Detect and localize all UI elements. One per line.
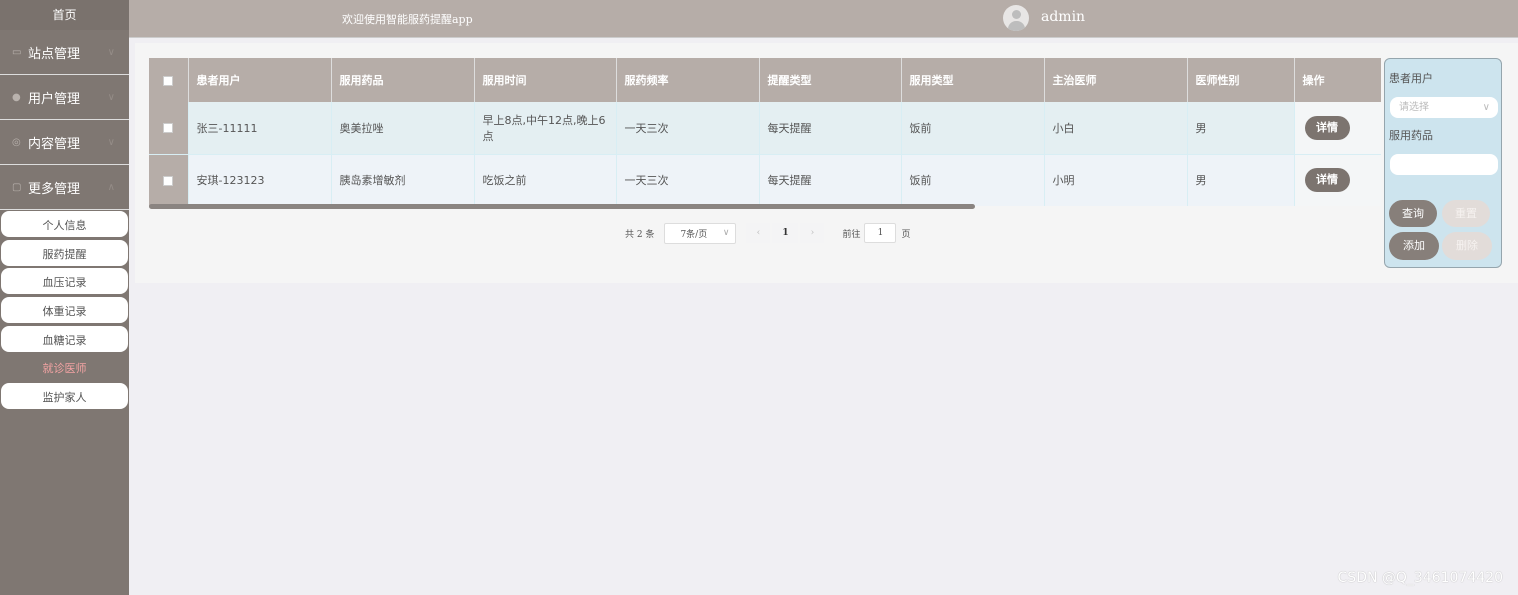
cell-action: 详情 [1294,153,1381,206]
patient-filter-placeholder: 请选择 [1399,102,1429,113]
column-header: 提醒类型 [759,58,902,102]
page-size-select[interactable]: 7条/页 ∨ [664,222,737,244]
chevron-up-icon: ∧ [107,181,115,193]
cell-doctor: 小明 [1044,153,1188,206]
cell-time: 吃饭之前 [474,153,617,206]
sidebar-group-user[interactable]: ● 用户管理 ∨ [0,75,129,120]
cell-doctor: 小白 [1044,102,1188,154]
prev-page-button[interactable]: ‹ [746,223,771,243]
sidebar-home[interactable]: 首页 [0,0,129,30]
cell-gender: 男 [1187,153,1295,206]
cell-remind-type: 每天提醒 [759,153,902,206]
user-icon: ● [12,91,21,103]
top-header: 欢迎使用智能服药提醒app admin [129,0,1518,38]
cell-time: 早上8点,中午12点,晚上6点 [474,102,617,154]
cell-remind-type: 每天提醒 [759,102,902,154]
column-header: 患者用户 [188,58,332,102]
sidebar-item-weight[interactable]: 体重记录 [1,297,128,324]
cell-patient: 安琪-123123 [188,153,332,206]
drug-filter-label: 服用药品 [1389,129,1433,142]
more-icon: ▢ [12,181,22,193]
cell-drug: 奥美拉唑 [331,102,475,154]
sidebar-group-content[interactable]: ◎ 内容管理 ∨ [0,120,129,165]
query-button[interactable]: 查询 [1389,200,1437,227]
cell-frequency: 一天三次 [616,102,760,154]
welcome-text: 欢迎使用智能服药提醒app [342,13,473,26]
page-size-value: 7条/页 [680,229,708,240]
patient-filter-select[interactable]: 请选择 ∨ [1390,97,1498,118]
delete-button[interactable]: 删除 [1442,232,1492,260]
sidebar-group-label: 更多管理 [28,181,81,197]
sidebar-group-label: 用户管理 [28,91,81,107]
cell-action: 详情 [1294,102,1381,154]
watermark-text: CSDN @Q_3461074420 [1337,570,1503,586]
cell-gender: 男 [1187,102,1295,154]
sidebar-group-site[interactable]: ▭ 站点管理 ∨ [0,30,129,75]
row-checkbox[interactable] [163,123,174,134]
select-all-checkbox-cell[interactable] [149,58,189,102]
chevron-down-icon: ∨ [107,91,115,103]
sidebar-item-blood-sugar[interactable]: 血糖记录 [1,325,128,352]
horizontal-scrollbar[interactable] [149,204,975,209]
content-icon: ◎ [12,136,21,148]
sidebar-item-medication-reminder[interactable]: 服药提醒 [1,239,128,266]
chevron-down-icon: ∨ [722,228,730,238]
column-header: 服用时间 [474,58,617,102]
chevron-down-icon: ∨ [107,136,115,148]
drug-filter-input[interactable] [1390,154,1498,175]
reset-button[interactable]: 重置 [1442,200,1490,227]
table-row: 安琪-123123 胰岛素增敏剂 吃饭之前 一天三次 每天提醒 饭前 小明 男 … [149,153,1381,206]
goto-page-input[interactable]: 1 [864,223,897,243]
patient-filter-label: 患者用户 [1389,72,1433,85]
avatar[interactable] [1003,5,1029,31]
monitor-icon: ▭ [12,46,22,58]
chevron-down-icon: ∨ [107,46,115,58]
column-header: 服药频率 [616,58,760,102]
username[interactable]: admin [1041,9,1085,25]
sidebar-item-blood-pressure[interactable]: 血压记录 [1,268,128,295]
column-header: 医师性别 [1187,58,1295,102]
pagination-total: 共 2 条 [625,229,655,240]
detail-button[interactable]: 详情 [1304,115,1350,140]
sidebar-item-family[interactable]: 监护家人 [1,383,128,410]
cell-frequency: 一天三次 [616,153,760,206]
data-table: 患者用户 服用药品 服用时间 服药频率 提醒类型 服用类型 主治医师 医师性别 … [149,58,1381,210]
table-header-row: 患者用户 服用药品 服用时间 服药频率 提醒类型 服用类型 主治医师 医师性别 … [149,58,1381,102]
page-number-current[interactable]: 1 [772,223,799,243]
sidebar: 首页 ▭ 站点管理 ∨ ● 用户管理 ∨ ◎ 内容管理 ∨ ▢ 更多管理 ∧ 个… [0,0,129,595]
cell-take-type: 饭前 [901,153,1045,206]
row-checkbox-cell[interactable] [149,102,189,154]
sidebar-group-label: 内容管理 [28,136,81,152]
sidebar-group-more[interactable]: ▢ 更多管理 ∧ [0,165,129,210]
column-header: 主治医师 [1044,58,1188,102]
row-checkbox[interactable] [163,175,174,186]
sidebar-item-doctor[interactable]: 就诊医师 [1,354,128,381]
cell-patient: 张三-11111 [188,102,332,154]
select-all-checkbox[interactable] [163,75,174,86]
cell-drug: 胰岛素增敏剂 [331,153,475,206]
chevron-down-icon: ∨ [1482,102,1490,113]
search-panel: 患者用户 请选择 ∨ 服用药品 查询 重置 添加 删除 [1384,58,1502,268]
avatar-head-shape [1012,10,1021,19]
goto-label: 前往 [842,229,861,240]
page-suffix: 页 [901,229,911,240]
add-button[interactable]: 添加 [1389,232,1439,260]
next-page-button[interactable]: › [800,223,825,243]
sidebar-group-label: 站点管理 [28,46,81,62]
column-header: 操作 [1294,58,1381,102]
detail-button[interactable]: 详情 [1304,168,1350,193]
column-header: 服用类型 [901,58,1045,102]
pagination: 共 2 条 7条/页 ∨ ‹ 1 › 前往 1 页 [625,222,910,244]
row-checkbox-cell[interactable] [149,153,189,206]
avatar-body-shape [1008,21,1025,31]
cell-take-type: 饭前 [901,102,1045,154]
sidebar-item-profile[interactable]: 个人信息 [1,211,128,237]
column-header: 服用药品 [331,58,475,102]
table-row: 张三-11111 奥美拉唑 早上8点,中午12点,晚上6点 一天三次 每天提醒 … [149,102,1381,154]
